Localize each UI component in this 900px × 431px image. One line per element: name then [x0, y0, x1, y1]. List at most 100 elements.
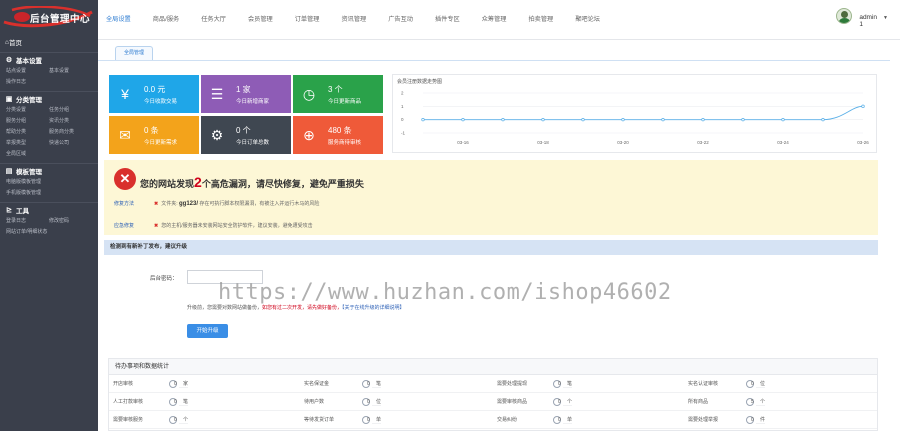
data-point[interactable]	[501, 118, 505, 122]
data-point[interactable]	[741, 118, 745, 122]
todo-count[interactable]: 0个	[165, 411, 300, 429]
sidebar-item[interactable]: 快递公司	[49, 139, 92, 148]
top-nav: 全局设置 商品/服务 任务大厅 会员管理 订单管理 资讯管理 广告互动 插件专区…	[106, 14, 622, 23]
todo-count[interactable]: 0单	[549, 411, 684, 429]
plus-icon: ⊕	[303, 127, 315, 143]
sidebar-item[interactable]: 手机版模板管理	[0, 188, 98, 199]
top-bar: 全局设置 商品/服务 任务大厅 会员管理 订单管理 资讯管理 广告互动 插件专区…	[98, 0, 900, 40]
sidebar-item[interactable]: 任务分组	[49, 106, 92, 115]
todo-count[interactable]: 0笔	[358, 375, 493, 393]
sidebar-item[interactable]: 操作日志	[0, 77, 98, 88]
fix-label[interactable]: 修复方法	[114, 200, 154, 207]
sidebar-section-basic[interactable]: ⚙ 基本设置	[0, 52, 98, 66]
emergency-label[interactable]: 应急修复	[114, 222, 154, 229]
tab-global-management[interactable]: 全局管理	[115, 46, 153, 60]
todo-count[interactable]: 5个	[742, 393, 877, 411]
user-menu[interactable]: admin 1 ▼	[836, 8, 888, 28]
sidebar-item[interactable]: 分类设置	[6, 106, 49, 115]
stat-tile[interactable]: ¥0.0 元今日收款交易	[109, 75, 199, 113]
topnav-item[interactable]: 资讯管理	[341, 14, 366, 23]
topnav-item[interactable]: 拍卖管理	[528, 14, 553, 23]
upgrade-help-link[interactable]: 【关于在线升级的详细说明】	[342, 305, 405, 311]
sidebar-item[interactable]: 资讯分类	[49, 117, 92, 126]
todo-count-unit: 单	[563, 417, 573, 424]
todo-count-value: 0	[746, 416, 754, 424]
todo-count[interactable]: 0笔	[549, 375, 684, 393]
user-name-text: admin	[859, 14, 878, 21]
stat-value: 1 家	[236, 85, 251, 94]
todo-count[interactable]: 0件	[742, 411, 877, 429]
fix-text-rest: 存在可执行脚本权限漏洞，有被注入并运行木马的风险	[198, 201, 320, 207]
todo-count[interactable]: 0单	[358, 411, 493, 429]
todo-count[interactable]: 0位	[742, 375, 877, 393]
stat-tile[interactable]: ☰ 1 家今日新增商家	[201, 75, 291, 113]
stat-tile[interactable]: ⚙ 0 个今日订单总数	[201, 116, 291, 154]
sidebar-home-label: 首页	[8, 40, 22, 47]
start-upgrade-button[interactable]: 开始升级	[187, 324, 228, 338]
topnav-item-global[interactable]: 全局设置	[106, 14, 131, 23]
todo-count[interactable]: 0位	[358, 393, 493, 411]
sidebar-item[interactable]: 全局区域	[0, 149, 98, 160]
data-point[interactable]	[821, 118, 825, 122]
sidebar-item[interactable]: 修改密码	[49, 217, 92, 226]
sidebar-item[interactable]: 站点设置	[6, 67, 49, 76]
topnav-item[interactable]: 会员管理	[248, 14, 273, 23]
warning-title-pre: 您的网站发现	[140, 179, 195, 189]
sidebar-item[interactable]: 举报类型	[6, 139, 49, 148]
todo-count[interactable]: 0笔	[165, 393, 300, 411]
sidebar-item[interactable]: 电脑版模板管理	[0, 177, 98, 188]
todo-count-value: 0	[169, 380, 177, 388]
stat-tile[interactable]: ⊕ 480 条服务商待审核	[293, 116, 383, 154]
sidebar-item[interactable]: 网站订单/明细状态	[0, 227, 98, 238]
todo-count-unit: 笔	[372, 381, 382, 388]
topnav-item[interactable]: 商品/服务	[153, 14, 179, 23]
topnav-item[interactable]: 众筹管理	[482, 14, 507, 23]
data-point[interactable]	[461, 118, 465, 122]
stat-label: 今日订单总数	[236, 140, 270, 146]
data-point[interactable]	[781, 118, 785, 122]
logo[interactable]: 后台管理中心	[0, 0, 98, 35]
topnav-item[interactable]: 插件专区	[435, 14, 460, 23]
sidebar-section-category[interactable]: ▣ 分类管理	[0, 91, 98, 105]
todo-label: 等待发货订单	[300, 411, 358, 429]
data-point[interactable]	[861, 104, 865, 108]
avatar	[836, 8, 853, 24]
todo-count[interactable]: 0个	[549, 393, 684, 411]
sidebar-section-label: 分类管理	[16, 96, 42, 104]
todo-label: 实名保证金	[300, 375, 358, 393]
sidebar-section-template[interactable]: ▤ 模板管理	[0, 163, 98, 177]
data-point[interactable]	[701, 118, 705, 122]
sidebar-item[interactable]: 服务分组	[6, 117, 49, 126]
stat-tile[interactable]: ◷ 3 个今日更新商品	[293, 75, 383, 113]
gears-icon: ⚙	[210, 127, 224, 143]
sidebar-section-tools[interactable]: ⊵ 工具	[0, 202, 98, 216]
gear-icon: ⚙	[5, 56, 13, 64]
data-point[interactable]	[661, 118, 665, 122]
stat-tile[interactable]: ✉ 0 条今日更新需求	[109, 116, 199, 154]
sidebar-item[interactable]: 服务商分类	[49, 128, 92, 137]
upgrade-note-warning: 如您有过二次开发，请先做好备份，	[262, 305, 343, 311]
data-point[interactable]	[541, 118, 545, 122]
security-warning: ✕ 您的网站发现2个高危漏洞，请尽快修复，避免严重损失 修复方法 ✖ 文件夹: gg…	[104, 160, 878, 235]
topnav-item[interactable]: 订单管理	[295, 14, 320, 23]
topnav-item[interactable]: 任务大厅	[201, 14, 226, 23]
sidebar-home[interactable]: ⌂ 首页	[0, 35, 98, 49]
data-point[interactable]	[421, 118, 425, 122]
caret-down-icon: ▼	[883, 15, 888, 21]
todo-grid: 开店审核 0 家实名保证金 0 笔需要处理提现 0 笔实名认证审核 0 位人工打款审核 0 笔待用户…	[109, 375, 877, 429]
topnav-item[interactable]: 广告互动	[388, 14, 413, 23]
x-tick-label: 03-22	[697, 140, 709, 145]
sidebar-item[interactable]: 帮助分类	[6, 128, 49, 137]
user-name: admin 1	[859, 14, 877, 28]
todo-count[interactable]: 0家	[165, 375, 300, 393]
sidebar-item[interactable]: 登录日志	[6, 217, 49, 226]
upgrade-note-a: 升级前，您需要对数网站做备份，	[187, 305, 263, 311]
sidebar-section-label: 模板管理	[16, 168, 42, 176]
sidebar-item[interactable]: 基本设置	[49, 67, 92, 76]
x-tick-label: 03-16	[457, 140, 469, 145]
data-point[interactable]	[621, 118, 625, 122]
emergency-text: 您的主机/服务器未安装网站安全防护软件，建议安装，避免遭受攻击	[161, 223, 313, 229]
topnav-item[interactable]: 聚吧论坛	[575, 14, 600, 23]
data-point[interactable]	[581, 118, 585, 122]
todo-count-value: 0	[553, 380, 561, 388]
